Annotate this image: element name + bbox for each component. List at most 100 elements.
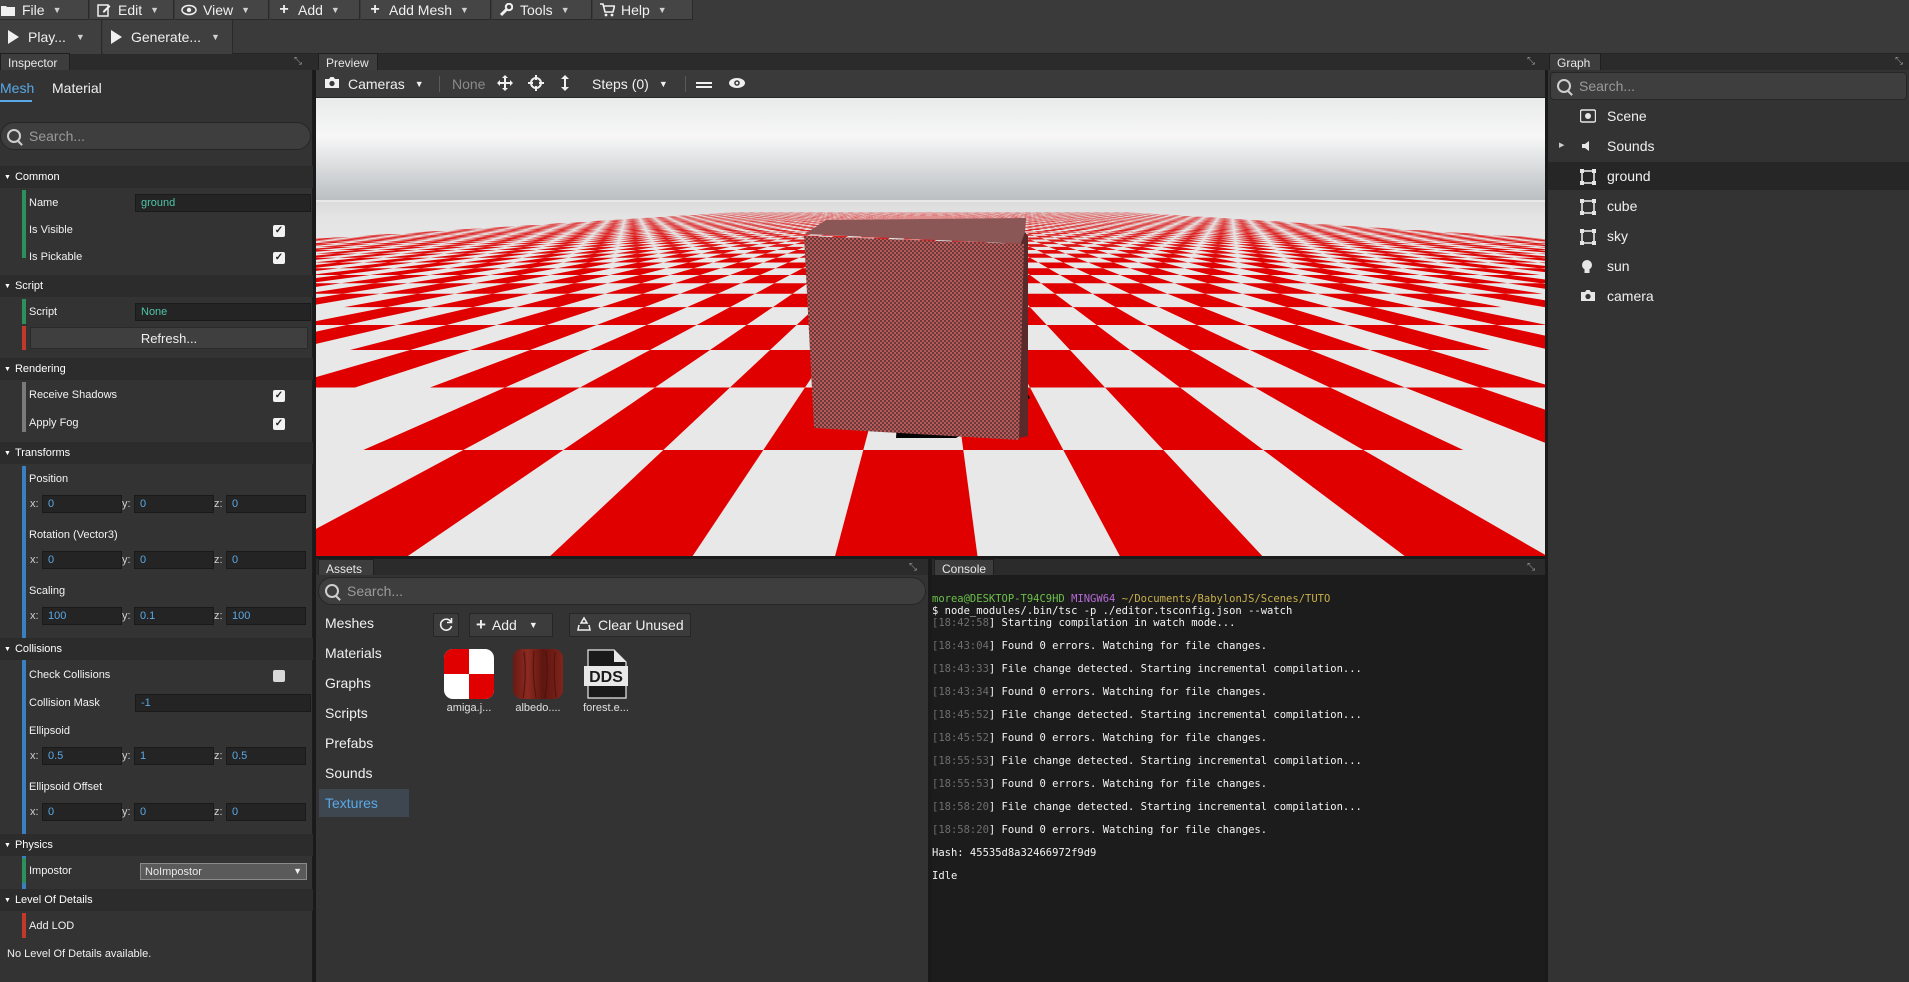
menu-file[interactable]: File ▼ <box>0 0 89 20</box>
menu-view[interactable]: View ▼ <box>175 0 269 20</box>
receive-shadows-checkbox[interactable]: ✓ <box>273 390 285 402</box>
play-button[interactable]: Play... ▼ <box>0 20 102 54</box>
ellipsoid-offset-x-field[interactable]: 0 <box>42 803 122 821</box>
graph-item-sounds[interactable]: ▶ Sounds <box>1548 132 1909 160</box>
maximize-icon[interactable]: ⤡ <box>909 563 919 573</box>
apply-fog-checkbox[interactable]: ✓ <box>273 418 285 430</box>
graph-item-camera[interactable]: camera <box>1548 282 1909 310</box>
menu-edit[interactable]: Edit ▼ <box>90 0 174 20</box>
grid-toggle-button[interactable] <box>696 70 712 98</box>
console-message: ] File change detected. Starting increme… <box>988 663 1362 675</box>
menu-add-mesh[interactable]: + Add Mesh ▼ <box>361 0 491 20</box>
ellipsoid-x-field[interactable]: 0.5 <box>42 747 122 765</box>
add-asset-button[interactable]: + Add ▼ <box>469 613 553 637</box>
rotation-row: Rotation (Vector3) <box>22 522 313 549</box>
console-panel[interactable]: morea@DESKTOP-T94C9HD MINGW64 ~/Document… <box>932 575 1545 982</box>
scaling-z-field[interactable]: 100 <box>226 607 306 625</box>
asset-thumb-amiga[interactable] <box>443 648 495 700</box>
console-message: ] File change detected. Starting increme… <box>988 709 1362 721</box>
collision-mask-field[interactable]: -1 <box>135 694 311 712</box>
section-transforms[interactable]: ▼ Transforms <box>0 442 313 464</box>
category-sounds[interactable]: Sounds <box>319 759 409 787</box>
clear-unused-button[interactable]: Clear Unused <box>569 613 691 637</box>
ellipsoid-z-field[interactable]: 0.5 <box>226 747 306 765</box>
move-gizmo-button[interactable] <box>497 70 513 98</box>
rotation-z-field[interactable]: 0 <box>226 551 306 569</box>
position-z-field[interactable]: 0 <box>226 495 306 513</box>
section-common[interactable]: ▼ Common <box>0 166 313 188</box>
asset-thumb-albedo[interactable] <box>512 648 564 700</box>
chevron-down-icon: ▼ <box>52 4 62 15</box>
console-tab[interactable]: Console <box>934 559 994 576</box>
rotation-y-field[interactable]: 0 <box>134 551 214 569</box>
name-field[interactable]: ground <box>135 194 311 212</box>
graph-search-input[interactable]: Search... <box>1550 72 1907 100</box>
is-pickable-row: Is Pickable ✓ <box>22 244 313 271</box>
graph-tab[interactable]: Graph <box>1549 53 1601 70</box>
impostor-select[interactable]: NoImpostor ▼ <box>140 863 307 880</box>
category-graphs[interactable]: Graphs <box>319 669 409 697</box>
rotation-x-field[interactable]: 0 <box>42 551 122 569</box>
add-lod-row[interactable]: Add LOD <box>22 913 313 940</box>
category-scripts[interactable]: Scripts <box>319 699 409 727</box>
is-pickable-checkbox[interactable]: ✓ <box>273 252 285 264</box>
script-field[interactable]: None <box>135 303 311 321</box>
graph-item-ground[interactable]: ground <box>1548 162 1909 190</box>
assets-search-input[interactable]: Search... <box>318 577 926 605</box>
graph-item-scene[interactable]: Scene <box>1548 102 1909 130</box>
menu-tools[interactable]: Tools ▼ <box>492 0 592 20</box>
refresh-button[interactable]: Refresh... <box>30 327 308 349</box>
maximize-icon[interactable]: ⤡ <box>294 57 304 67</box>
tab-mesh[interactable]: Mesh <box>0 80 34 96</box>
none-button[interactable]: None <box>452 70 485 98</box>
ellipsoid-offset-z-field[interactable]: 0 <box>226 803 306 821</box>
generate-label: Generate... <box>131 29 202 45</box>
menu-add[interactable]: + Add ▼ <box>270 0 360 20</box>
visibility-toggle-button[interactable] <box>728 70 746 98</box>
section-physics[interactable]: ▼ Physics <box>0 834 313 856</box>
chevron-down-icon: ▼ <box>414 79 424 89</box>
generate-button[interactable]: Generate... ▼ <box>103 20 233 54</box>
position-x-field[interactable]: 0 <box>42 495 122 513</box>
section-rendering[interactable]: ▼ Rendering <box>0 358 313 380</box>
maximize-icon[interactable]: ⤡ <box>1895 57 1905 67</box>
category-meshes[interactable]: Meshes <box>319 609 409 637</box>
3d-viewport[interactable] <box>316 98 1545 556</box>
refresh-assets-button[interactable] <box>433 613 459 637</box>
maximize-icon[interactable]: ⤡ <box>1527 57 1537 67</box>
steps-dropdown[interactable]: Steps (0) ▼ <box>592 70 668 98</box>
inspector-tab[interactable]: Inspector <box>0 53 70 70</box>
inspector-search-input[interactable]: Search... <box>0 122 311 150</box>
category-materials[interactable]: Materials <box>319 639 409 667</box>
assets-tab[interactable]: Assets <box>318 559 374 576</box>
maximize-icon[interactable]: ⤡ <box>1527 563 1537 573</box>
section-collisions[interactable]: ▼ Collisions <box>0 638 313 660</box>
scale-gizmo-button[interactable] <box>560 70 570 98</box>
collapse-icon: ▼ <box>4 646 11 653</box>
graph-item-sun[interactable]: sun <box>1548 252 1909 280</box>
category-prefabs[interactable]: Prefabs <box>319 729 409 757</box>
console-timestamp: [18:43:33 <box>932 663 989 675</box>
section-script[interactable]: ▼ Script <box>0 275 313 297</box>
menu-help[interactable]: Help ▼ <box>593 0 693 20</box>
active-tab-indicator <box>0 100 32 102</box>
tab-material[interactable]: Material <box>52 80 102 96</box>
is-visible-checkbox[interactable]: ✓ <box>273 225 285 237</box>
graph-item-sky[interactable]: sky <box>1548 222 1909 250</box>
chevron-down-icon: ▼ <box>211 32 220 42</box>
rotate-gizmo-button[interactable] <box>528 70 544 98</box>
scaling-x-field[interactable]: 100 <box>42 607 122 625</box>
position-y-field[interactable]: 0 <box>134 495 214 513</box>
graph-item-cube[interactable]: cube <box>1548 192 1909 220</box>
category-textures[interactable]: Textures <box>319 789 409 817</box>
check-collisions-checkbox[interactable] <box>273 670 285 682</box>
cameras-dropdown[interactable]: Cameras ▼ <box>324 70 424 98</box>
ellipsoid-y-field[interactable]: 1 <box>134 747 214 765</box>
section-lod[interactable]: ▼ Level Of Details <box>0 889 313 911</box>
chevron-down-icon: ▼ <box>150 4 160 15</box>
asset-thumb-forest[interactable]: DDS <box>580 648 632 700</box>
scaling-y-field[interactable]: 0.1 <box>134 607 214 625</box>
preview-tab[interactable]: Preview <box>318 53 378 70</box>
expand-icon[interactable]: ▶ <box>1559 141 1564 149</box>
ellipsoid-offset-y-field[interactable]: 0 <box>134 803 214 821</box>
